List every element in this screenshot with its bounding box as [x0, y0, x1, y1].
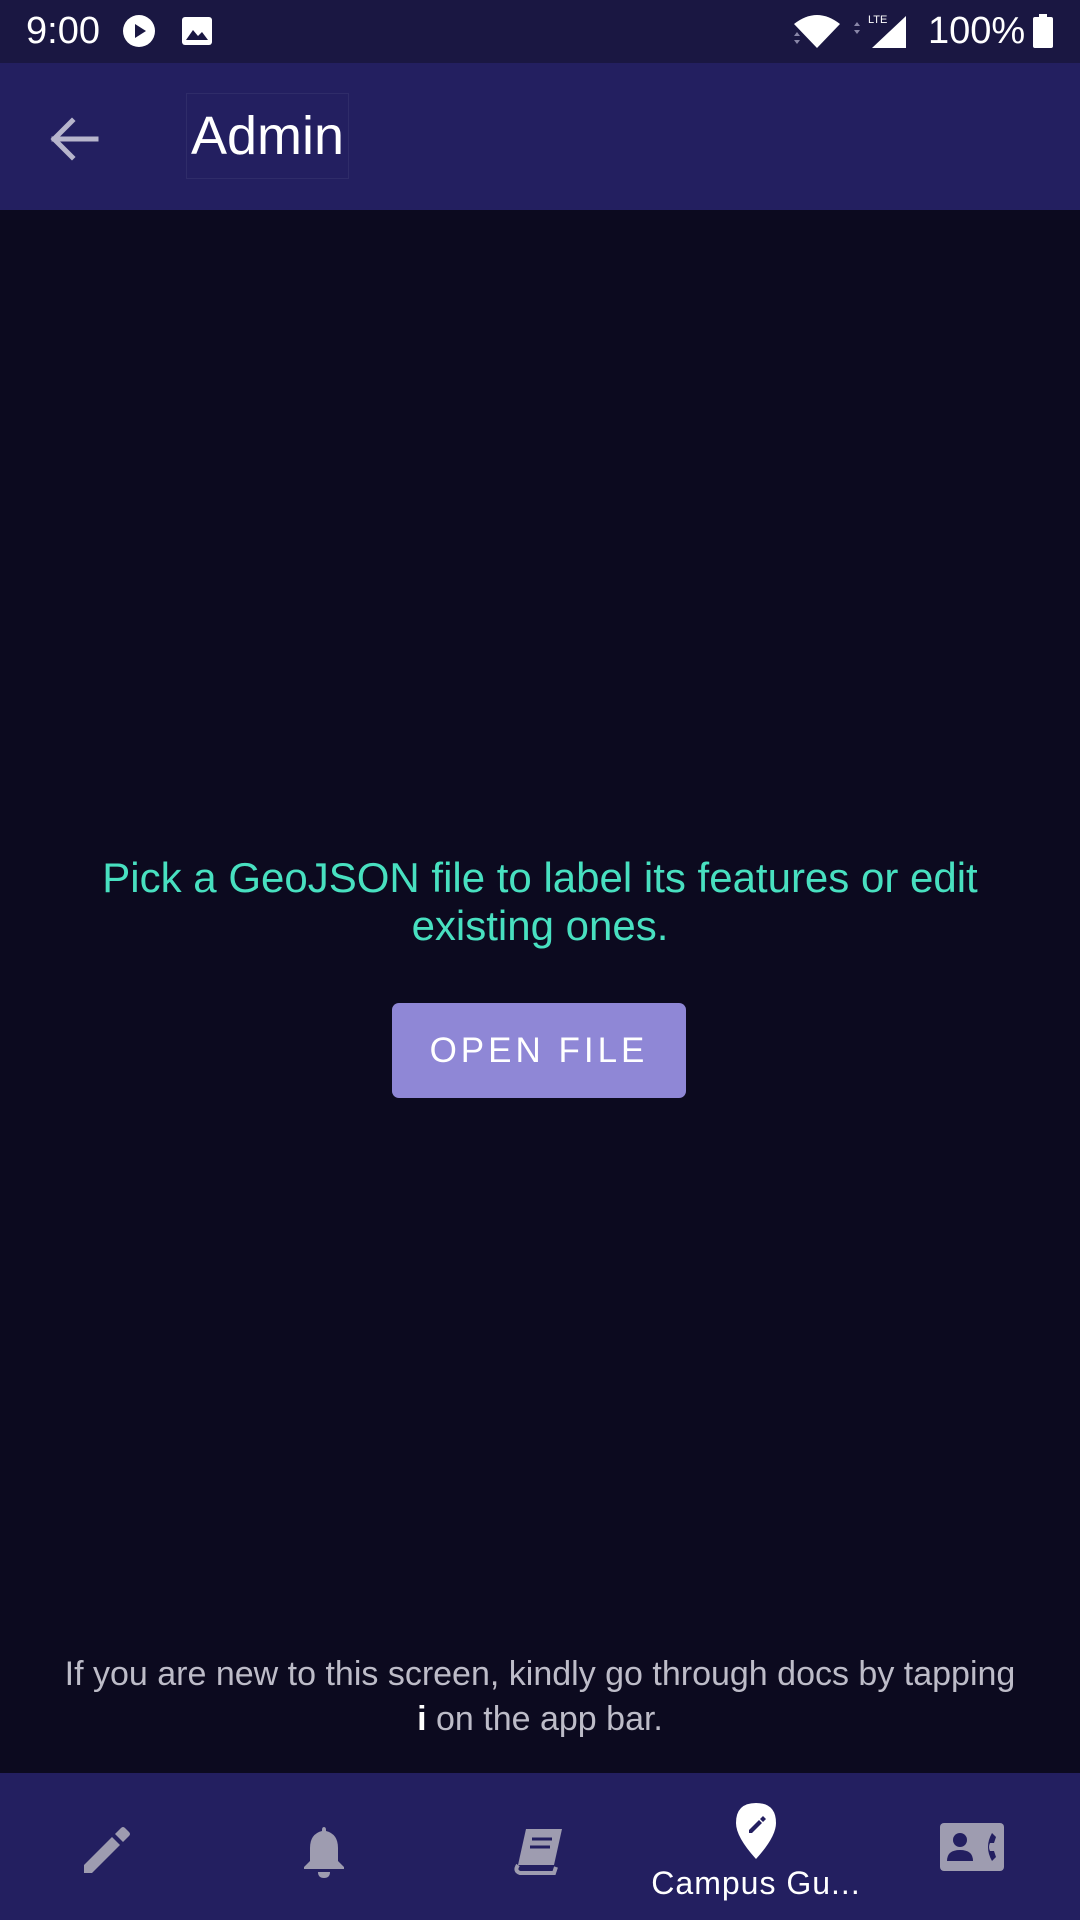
app-bar: Admin [0, 63, 1080, 210]
nav-item-notifications[interactable] [216, 1773, 432, 1920]
pencil-icon [84, 1827, 130, 1873]
nav-label-campus-guide: Campus Gu... [651, 1865, 861, 1901]
nav-item-edit[interactable] [0, 1773, 216, 1920]
pick-file-message: Pick a GeoJSON file to label its feature… [102, 854, 978, 949]
lte-signal-icon: LTE [854, 14, 906, 48]
image-icon [182, 17, 212, 45]
play-icon [123, 15, 155, 47]
status-bar: 9:00 LTE 100% [0, 0, 1080, 63]
docs-hint-emphasis: i [417, 1700, 427, 1738]
open-file-button[interactable]: OPEN FILE [392, 1003, 686, 1098]
open-file-button-label: OPEN FILE [429, 1030, 649, 1070]
page-title: Admin [186, 93, 350, 179]
arrow-back-icon[interactable] [40, 109, 110, 169]
nav-item-docs[interactable] [432, 1773, 648, 1920]
book-icon [514, 1829, 562, 1875]
docs-hint-before: If you are new to this screen, kindly go… [64, 1655, 1016, 1693]
wifi-icon [794, 15, 840, 48]
svg-text:LTE: LTE [868, 14, 887, 26]
battery-percentage: 100% [928, 10, 1026, 52]
nav-item-contacts[interactable] [864, 1773, 1080, 1920]
bottom-navigation: Campus Gu... [0, 1773, 1080, 1920]
nav-item-campus-guide[interactable]: Campus Gu... [648, 1773, 864, 1920]
docs-hint-after: on the app bar. [426, 1700, 663, 1738]
bell-icon [304, 1827, 344, 1878]
map-pin-edit-icon [736, 1803, 776, 1859]
docs-hint: If you are new to this screen, kindly go… [60, 1652, 1020, 1742]
battery-icon [1033, 14, 1053, 48]
status-time: 9:00 [26, 10, 100, 52]
contact-phone-icon [940, 1823, 1004, 1871]
